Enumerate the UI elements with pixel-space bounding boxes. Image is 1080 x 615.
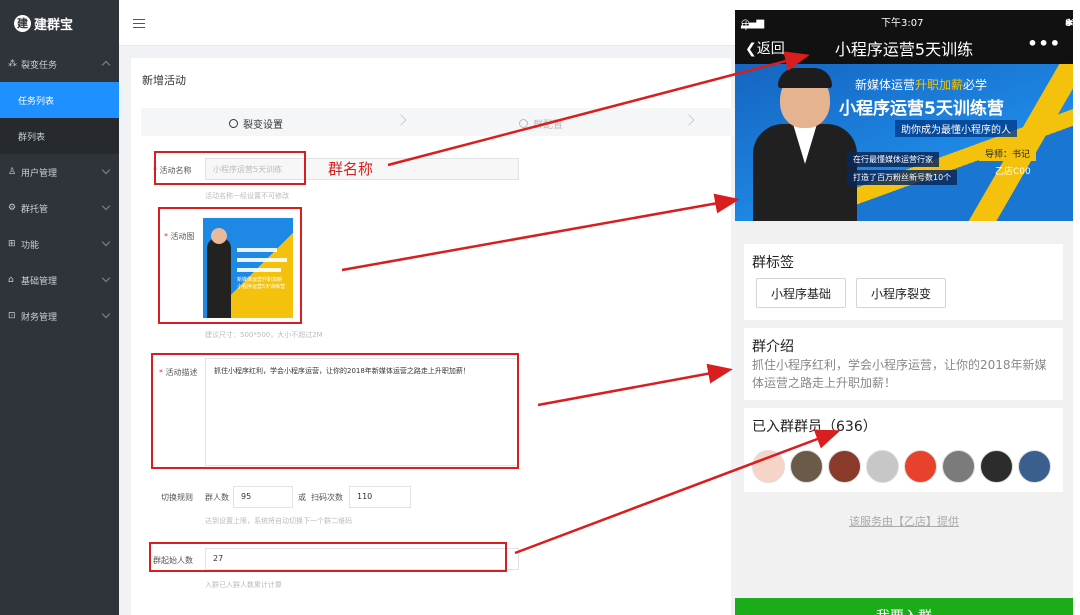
group-members-section: 已入群群员（636）: [744, 408, 1063, 492]
banner-pill2: 打造了百万粉丝新号数10个: [847, 170, 958, 185]
group-size-input[interactable]: 95: [233, 486, 293, 508]
step-circle-icon: [229, 119, 238, 128]
scan-count-label: 扫码次数: [311, 493, 343, 502]
sidebar-item-label: 群托管: [21, 204, 49, 215]
sidebar-subitem-task-list[interactable]: 任务列表: [0, 82, 119, 118]
group-tags-title: 群标签: [752, 255, 794, 271]
switch-rule-label: 切换规则: [161, 493, 193, 502]
group-members-title: 已入群群员（636）: [752, 419, 877, 435]
user-icon: ♙: [8, 167, 17, 177]
chevron-up-icon: [101, 60, 111, 70]
avatar[interactable]: [980, 450, 1013, 483]
highlight-box-image: [158, 207, 302, 324]
annotation-group-name: 群名称: [328, 160, 374, 178]
chevron-down-icon: [101, 273, 111, 283]
chevron-down-icon: [101, 165, 111, 175]
avatar[interactable]: [904, 450, 937, 483]
wechat-navbar: ❮返回 小程序运营5天训练 •••: [735, 30, 1073, 64]
banner-line2: 小程序运营5天训练营: [839, 99, 1004, 119]
home-icon: ⌂: [8, 275, 14, 285]
sidebar-item-label: 财务管理: [21, 312, 58, 323]
group-intro-section: 群介绍 抓住小程序红利，学会小程序运营，让你的2018年新媒体运营之路走上升职加…: [744, 328, 1063, 400]
sidebar-item-basic-management[interactable]: ⌂ 基础管理: [0, 262, 119, 298]
sidebar-item-label: 裂变任务: [21, 60, 58, 71]
group-intro-title: 群介绍: [752, 339, 794, 355]
sidebar-item-label: 基础管理: [21, 276, 58, 287]
activity-name-hint: 活动名称一经设置不可修改: [205, 192, 289, 200]
banner-pill1: 在行最懂媒体运营行家: [847, 152, 939, 167]
brand-logo-icon: 建: [14, 14, 31, 32]
wallet-icon: ⊡: [8, 311, 16, 321]
banner-line3: 助你成为最懂小程序的人: [895, 120, 1017, 137]
group-size-label: 群人数: [205, 493, 229, 502]
avatar[interactable]: [866, 450, 899, 483]
scan-count-input[interactable]: 110: [349, 486, 411, 508]
step-label: 裂变设置: [243, 120, 283, 131]
battery-icon: ▭: [1065, 18, 1073, 29]
brand[interactable]: 建 建群宝: [0, 0, 119, 46]
banner-brand: 乙店C00: [995, 167, 1031, 177]
avatar[interactable]: [942, 450, 975, 483]
step-fission-settings[interactable]: 裂变设置: [229, 116, 283, 131]
tag-mini-program-basics[interactable]: 小程序基础: [756, 278, 846, 308]
main-content: 新增活动 裂变设置 群配置 * 活动名称 小程序运营5天训练 活动名称一经设置不…: [119, 46, 741, 615]
sidebar-item-label: 用户管理: [21, 168, 58, 179]
topbar: [119, 4, 739, 46]
highlight-box-name: [154, 151, 306, 185]
avatar[interactable]: [828, 450, 861, 483]
hamburger-menu-icon[interactable]: [133, 19, 145, 31]
avatar[interactable]: [1018, 450, 1051, 483]
start-count-hint: 入群已入群人数累计计算: [205, 581, 282, 589]
sidebar-item-fission-task[interactable]: ⁂ 裂变任务: [0, 46, 119, 82]
avatar[interactable]: [752, 450, 785, 483]
phone-page-title: 小程序运营5天训练: [834, 40, 974, 59]
sidebar-item-label: 功能: [21, 240, 40, 251]
status-time: 下午3:07: [881, 18, 924, 29]
gear-icon: ⚙: [8, 203, 17, 213]
chevron-right-icon: [683, 114, 695, 126]
sidebar-subitem-group-list[interactable]: 群列表: [0, 118, 119, 154]
screenshot-root: 建 建群宝 ⁂ 裂变任务 任务列表 群列表 ♙ 用户管理 ⚙ 群托管 ⊞ 功能 …: [0, 0, 1080, 615]
highlight-box-start: [149, 542, 507, 572]
brand-name: 建群宝: [34, 17, 74, 33]
phone-preview: ▂▄▆ 中国联通 ◠ 下午3:07 ✱ 87% ▭ ❮返回 小程序运营5天训练 …: [735, 10, 1073, 615]
hub-icon: ⁂: [8, 59, 17, 69]
service-provider-link[interactable]: 该服务由【乙店】提供: [735, 513, 1073, 529]
status-bar: ▂▄▆ 中国联通 ◠ 下午3:07 ✱ 87% ▭: [735, 10, 1073, 78]
chevron-down-icon: [101, 309, 111, 319]
sidebar-item-features[interactable]: ⊞ 功能: [0, 226, 119, 262]
sidebar-item-user-management[interactable]: ♙ 用户管理: [0, 154, 119, 190]
chevron-down-icon: [101, 237, 111, 247]
highlight-box-desc: [151, 353, 519, 469]
or-label: 或: [298, 493, 306, 502]
group-intro-text: 抓住小程序红利，学会小程序运营，让你的2018年新媒体运营之路走上升职加薪！: [752, 358, 1047, 390]
step-bar: 裂变设置 群配置: [141, 108, 741, 136]
group-tags-section: 群标签 小程序基础 小程序裂变: [744, 244, 1063, 320]
switch-rule-hint: 达到设置上限，系统将自动切换下一个群二维码: [205, 517, 352, 525]
wifi-icon: ◠: [741, 18, 750, 29]
activity-banner: 新媒体运营升职加薪必学 小程序运营5天训练营 助你成为最懂小程序的人 导师：书记…: [735, 64, 1073, 221]
sidebar-item-group-hosting[interactable]: ⚙ 群托管: [0, 190, 119, 226]
sidebar: 建 建群宝 ⁂ 裂变任务 任务列表 群列表 ♙ 用户管理 ⚙ 群托管 ⊞ 功能 …: [0, 0, 119, 615]
page-title: 新增活动: [142, 74, 186, 87]
chevron-right-icon: [395, 114, 407, 126]
step-circle-icon: [519, 119, 528, 128]
sidebar-item-finance-management[interactable]: ⊡ 财务管理: [0, 298, 119, 334]
grid-icon: ⊞: [8, 239, 16, 249]
banner-line1: 新媒体运营升职加薪必学: [855, 78, 988, 92]
step-label: 群配置: [533, 120, 563, 131]
avatar[interactable]: [790, 450, 823, 483]
join-group-button[interactable]: 我要入群: [735, 598, 1073, 615]
more-options-icon[interactable]: •••: [1027, 34, 1061, 53]
step-group-config[interactable]: 群配置: [519, 116, 563, 131]
chevron-down-icon: [101, 201, 111, 211]
banner-teacher: 导师：书记: [979, 146, 1037, 161]
form-card: 新增活动 裂变设置 群配置 * 活动名称 小程序运营5天训练 活动名称一经设置不…: [131, 58, 741, 615]
tag-mini-program-fission[interactable]: 小程序裂变: [856, 278, 946, 308]
activity-image-hint: 建议尺寸：500*500，大小不超过2M: [205, 331, 323, 339]
member-avatars: [752, 450, 1056, 483]
